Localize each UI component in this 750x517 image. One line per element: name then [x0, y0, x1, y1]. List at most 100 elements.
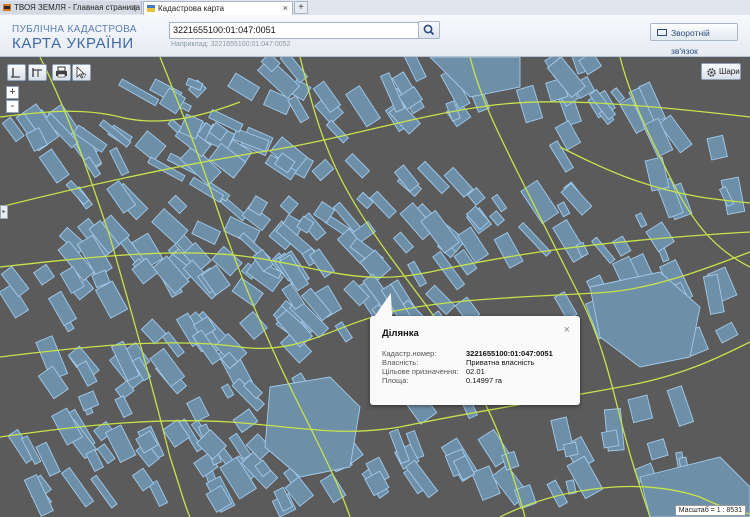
side-panel-toggle[interactable]: ▸	[0, 205, 8, 219]
print-button[interactable]	[52, 64, 71, 81]
land-parcel[interactable]	[471, 465, 501, 501]
site-favicon-icon	[3, 4, 11, 11]
cadastral-search-input[interactable]: 3221655100:01:047:0051	[169, 22, 419, 39]
field-label: Цільове призначення:	[382, 367, 459, 376]
land-parcel[interactable]	[706, 134, 728, 161]
land-parcel[interactable]	[644, 156, 670, 192]
popup-row-ownership: Власність: Приватна власність	[382, 358, 572, 367]
land-parcel[interactable]	[227, 72, 261, 102]
land-parcel[interactable]	[114, 395, 133, 419]
land-parcel[interactable]	[393, 164, 420, 193]
land-parcel[interactable]	[279, 195, 299, 215]
land-parcel[interactable]	[186, 396, 210, 423]
land-parcel[interactable]	[185, 77, 204, 91]
field-value: 02.01	[466, 367, 485, 376]
close-tab-icon[interactable]: ×	[132, 1, 137, 14]
land-parcel[interactable]	[311, 158, 335, 182]
site-header: ПУБЛІЧНА КАДАСТРОВА КАРТА УКРАЇНИ 322165…	[0, 15, 750, 57]
land-parcel[interactable]	[666, 385, 695, 427]
print-icon	[56, 66, 67, 78]
measure-length-button[interactable]	[7, 64, 26, 81]
map-canvas[interactable]	[0, 57, 750, 517]
cadastral-map[interactable]: ? + - Шари ▸ Ділянка × Кадастр.номер: 32…	[0, 57, 750, 517]
land-parcel[interactable]	[715, 321, 739, 344]
land-parcel[interactable]	[369, 190, 397, 219]
land-parcel[interactable]	[23, 473, 54, 517]
popup-close-icon[interactable]: ×	[564, 324, 570, 336]
search-hint: Наприклад: 3221655100:01:047:0052	[171, 41, 291, 48]
browser-tab-bar: ТВОЯ ЗЕМЛЯ - Главная страница × Кадастро…	[0, 0, 750, 16]
popup-row-purpose: Цільове призначення: 02.01	[382, 367, 572, 376]
browser-tab-cadastral-map[interactable]: Кадастрова карта ×	[143, 1, 293, 15]
land-parcel[interactable]	[493, 231, 524, 269]
land-parcel[interactable]	[232, 408, 259, 434]
land-parcel[interactable]	[239, 310, 268, 341]
land-parcel[interactable]	[140, 318, 167, 345]
land-parcel[interactable]	[191, 220, 222, 245]
land-parcel[interactable]	[611, 235, 632, 257]
land-parcel[interactable]	[556, 201, 571, 218]
map-favicon-icon	[147, 5, 155, 12]
land-parcel[interactable]	[392, 231, 414, 254]
logo-line-2: КАРТА УКРАЇНИ	[12, 35, 134, 52]
land-parcel[interactable]	[491, 193, 508, 213]
land-parcel[interactable]	[634, 212, 648, 228]
land-parcel[interactable]	[60, 466, 95, 508]
land-parcel[interactable]	[600, 429, 620, 449]
land-parcel[interactable]	[325, 119, 349, 144]
land-parcel[interactable]	[65, 179, 90, 206]
land-parcel[interactable]	[38, 148, 70, 184]
land-parcel[interactable]	[47, 290, 78, 327]
land-parcel[interactable]	[591, 236, 616, 264]
envelope-icon	[657, 29, 667, 36]
land-parcel[interactable]	[417, 160, 450, 195]
measure-area-button[interactable]	[28, 64, 47, 81]
land-parcel[interactable]	[645, 221, 675, 253]
tab-label: Кадастрова карта	[158, 4, 225, 13]
land-parcel[interactable]	[489, 210, 505, 227]
tab-label: ТВОЯ ЗЕМЛЯ - Главная страница	[14, 3, 141, 12]
browser-tab-tvoya-zemlya[interactable]: ТВОЯ ЗЕМЛЯ - Главная страница ×	[0, 1, 142, 14]
land-parcel[interactable]	[443, 166, 474, 198]
popup-row-area: Площа: 0.14997 га	[382, 376, 572, 385]
field-label: Кадастр.номер:	[382, 349, 437, 358]
feedback-button[interactable]: Зворотній зв'язок	[650, 23, 738, 56]
svg-text:?: ?	[83, 74, 87, 80]
land-parcel[interactable]	[627, 394, 654, 424]
land-parcel[interactable]	[646, 438, 669, 461]
map-scale: Масштаб = 1 : 8531	[674, 505, 746, 516]
land-parcel[interactable]	[118, 78, 160, 107]
search-icon	[423, 24, 435, 36]
land-parcel[interactable]	[344, 153, 371, 179]
identify-button[interactable]: ?	[72, 64, 91, 81]
land-parcel[interactable]	[319, 473, 347, 504]
land-parcel[interactable]	[167, 194, 188, 215]
land-parcel[interactable]	[108, 146, 130, 177]
land-parcel[interactable]	[345, 85, 381, 128]
land-parcel[interactable]	[287, 95, 310, 124]
ruler-icon	[11, 68, 20, 78]
land-parcel[interactable]	[90, 474, 118, 509]
zoom-out-button[interactable]: -	[6, 100, 19, 113]
land-parcel[interactable]	[134, 130, 167, 162]
close-tab-icon[interactable]: ×	[283, 2, 288, 15]
land-parcel[interactable]	[33, 263, 55, 286]
zoom-in-button[interactable]: +	[6, 86, 19, 99]
field-label: Власність:	[382, 358, 419, 367]
search-button[interactable]	[418, 21, 440, 39]
layers-button[interactable]: Шари	[701, 63, 741, 80]
new-tab-button[interactable]: +	[294, 1, 308, 14]
land-parcel[interactable]	[515, 84, 544, 124]
field-label: Площа:	[382, 376, 409, 385]
logo-line-1: ПУБЛІЧНА КАДАСТРОВА	[12, 24, 137, 35]
area-ruler-icon	[32, 68, 42, 77]
cursor-help-icon: ?	[76, 66, 87, 80]
popup-row-cadastral-number: Кадастр.номер: 3221655100:01:047:0051	[382, 349, 572, 358]
land-parcel[interactable]	[77, 390, 100, 412]
land-parcel[interactable]	[356, 191, 374, 210]
land-parcel[interactable]	[610, 87, 626, 104]
field-value: Приватна власність	[466, 358, 535, 367]
field-value: 3221655100:01:047:0051	[466, 349, 553, 358]
field-value: 0.14997 га	[466, 376, 502, 385]
land-parcel[interactable]	[562, 441, 579, 458]
